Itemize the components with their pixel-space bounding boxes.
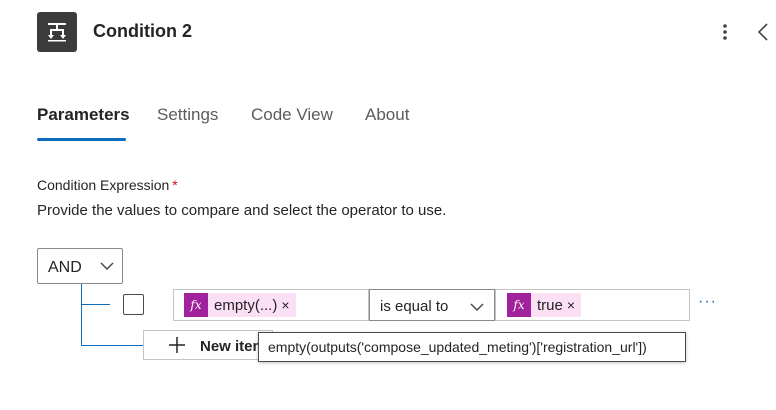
left-operand-field[interactable]: fx empty(...) × xyxy=(173,289,369,321)
more-options-icon[interactable] xyxy=(716,20,734,44)
row-select-checkbox[interactable] xyxy=(123,294,144,315)
chevron-down-icon xyxy=(100,262,114,270)
operator-value: is equal to xyxy=(380,298,449,315)
condition-expression-text: Condition Expression xyxy=(37,177,170,193)
condition-description: Provide the values to compare and select… xyxy=(37,202,447,219)
tab-about[interactable]: About xyxy=(365,105,409,125)
right-operand-field[interactable]: fx true × xyxy=(495,289,690,321)
action-title: Condition 2 xyxy=(93,21,192,41)
remove-token-icon[interactable]: × xyxy=(567,297,575,313)
expression-tooltip: empty(outputs('compose_updated_meting')[… xyxy=(258,332,686,362)
chevron-left-icon[interactable] xyxy=(754,20,772,44)
tab-settings[interactable]: Settings xyxy=(157,105,218,125)
tree-connector-new-item xyxy=(81,345,143,346)
expression-token-right[interactable]: fx true × xyxy=(507,293,582,317)
new-item-button[interactable]: New item xyxy=(143,330,273,360)
tree-connector-row xyxy=(81,304,110,305)
row-more-options-icon[interactable]: ··· xyxy=(698,293,717,311)
group-operator-value: AND xyxy=(48,259,82,276)
tab-parameters[interactable]: Parameters xyxy=(37,105,130,125)
function-icon: fx xyxy=(507,293,531,317)
expression-token-left[interactable]: fx empty(...) × xyxy=(184,293,296,317)
chevron-down-icon xyxy=(470,303,484,311)
operator-dropdown[interactable]: is equal to xyxy=(369,289,495,321)
plus-icon xyxy=(169,337,185,353)
tree-connector-vertical xyxy=(81,284,82,346)
condition-icon xyxy=(37,12,77,52)
expression-token-text: true xyxy=(537,296,563,314)
expression-token-text: empty(...) xyxy=(214,296,278,314)
new-item-label: New item xyxy=(200,338,266,355)
function-icon: fx xyxy=(184,293,208,317)
tooltip-text: empty(outputs('compose_updated_meting')[… xyxy=(268,339,647,355)
required-marker: * xyxy=(172,177,178,193)
group-operator-dropdown[interactable]: AND xyxy=(37,248,123,284)
remove-token-icon[interactable]: × xyxy=(281,297,289,313)
tab-code-view[interactable]: Code View xyxy=(251,105,333,125)
active-tab-indicator xyxy=(37,138,126,141)
condition-expression-label: Condition Expression * xyxy=(37,177,178,193)
